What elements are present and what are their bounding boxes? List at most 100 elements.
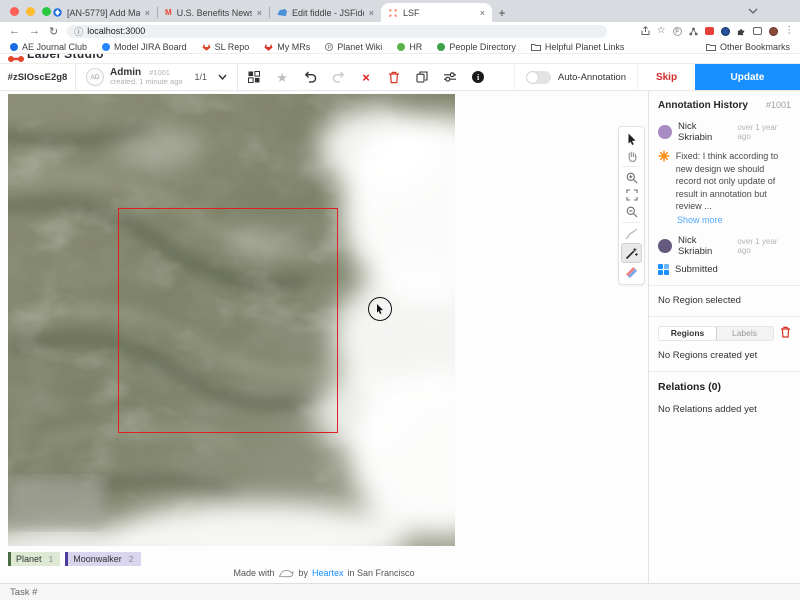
label-tag-moonwalker[interactable]: Moonwalker 2 <box>65 552 140 566</box>
label-studio-page: Label Studio #zSlOscE2g8 AD Admin #1001 … <box>0 54 800 583</box>
heartex-link[interactable]: Heartex <box>312 568 344 578</box>
history-entry[interactable]: Nick Skriabin over 1 year ago <box>658 121 791 143</box>
skip-button[interactable]: Skip <box>637 64 695 90</box>
other-bookmarks[interactable]: Other Bookmarks <box>706 42 790 52</box>
submitted-icon <box>658 264 669 275</box>
browser-menu-icon[interactable]: ⋮ <box>785 26 795 36</box>
bookmark-label: Planet Wiki <box>337 42 382 52</box>
relations-title: Relations (0) <box>658 381 791 393</box>
view-all-annotations-button[interactable] <box>247 70 261 84</box>
tab-search-chevron-icon[interactable] <box>748 8 758 14</box>
bookmark-icon <box>437 43 445 51</box>
copy-annotation-button[interactable] <box>415 70 429 84</box>
close-window-button[interactable] <box>10 7 19 16</box>
label-studio-icon <box>388 8 398 18</box>
tab-jira-magic-wand[interactable]: [AN-5779] Add Magic Wand fu × <box>46 3 157 22</box>
ground-truth-star-button[interactable]: ★ <box>275 70 289 84</box>
info-button[interactable]: i <box>471 70 485 84</box>
label-studio-logo-icon <box>8 55 24 63</box>
extension-tree-icon[interactable] <box>689 27 698 36</box>
settings-sliders-button[interactable] <box>443 70 457 84</box>
show-more-link[interactable]: Show more <box>677 215 791 225</box>
sidebar-panel-icon[interactable] <box>753 27 762 35</box>
reload-icon[interactable]: ↻ <box>49 25 58 38</box>
pointer-icon <box>376 304 384 314</box>
extension-blue-icon[interactable] <box>721 27 730 36</box>
annotation-pager: 1/1 <box>195 72 208 82</box>
forward-icon[interactable]: → <box>29 25 40 37</box>
fit-to-screen-tool[interactable] <box>621 186 642 203</box>
close-tab-icon[interactable]: × <box>257 8 262 18</box>
extension-red-icon[interactable] <box>705 27 714 35</box>
reset-button[interactable]: × <box>359 70 373 84</box>
address-bar[interactable]: ⓘ localhost:3000 <box>67 25 607 38</box>
chevron-down-icon[interactable] <box>218 74 227 80</box>
created-time: created, 1 minute ago <box>110 78 183 87</box>
select-tool[interactable] <box>621 130 642 147</box>
delete-annotation-button[interactable] <box>387 70 401 84</box>
gmail-icon: M <box>165 8 172 17</box>
auto-annotation-group: Auto-Annotation <box>514 64 637 90</box>
footer-text: by <box>298 568 308 578</box>
main-area: Planet 1 Moonwalker 2 Made with by Heart… <box>0 91 800 583</box>
profile-avatar[interactable] <box>769 27 778 36</box>
bookmark-planet-wiki[interactable]: pPlanet Wiki <box>325 42 382 52</box>
bookmark-my-mrs[interactable]: My MRs <box>264 42 310 52</box>
image-canvas[interactable] <box>8 94 455 546</box>
undo-button[interactable] <box>303 70 317 84</box>
bookmark-icon <box>102 43 110 51</box>
zoom-in-tool[interactable] <box>621 169 642 186</box>
close-tab-icon[interactable]: × <box>480 8 485 18</box>
bookmark-label: SL Repo <box>215 42 250 52</box>
update-button[interactable]: Update <box>695 64 800 90</box>
bookmark-star-icon[interactable]: ☆ <box>657 26 666 36</box>
bookmark-model-jira-board[interactable]: Model JIRA Board <box>102 42 187 52</box>
no-region-selected-text: No Region selected <box>658 295 791 306</box>
browser-window: [AN-5779] Add Magic Wand fu × M U.S. Ben… <box>0 0 800 600</box>
new-tab-button[interactable]: + <box>492 3 512 22</box>
tab-regions[interactable]: Regions <box>658 326 717 341</box>
avatar <box>658 125 672 139</box>
bookmark-helpful-planet-links[interactable]: Helpful Planet Links <box>531 42 625 52</box>
toolbar-actions: ★ × i <box>238 64 494 90</box>
share-icon[interactable] <box>641 26 650 36</box>
close-tab-icon[interactable]: × <box>369 8 374 18</box>
annotation-selector[interactable]: AD Admin #1001 created, 1 minute ago 1/1 <box>76 64 238 90</box>
logo-strip: Label Studio <box>0 54 800 63</box>
history-entry[interactable]: Nick Skriabin over 1 year ago <box>658 235 791 257</box>
delete-regions-button[interactable] <box>780 326 791 341</box>
bookmark-label: Other Bookmarks <box>720 42 790 52</box>
rectangle-region[interactable] <box>118 208 338 433</box>
tab-labels[interactable]: Labels <box>716 327 773 340</box>
tab-gmail-benefits[interactable]: M U.S. Benefits News - Open Enr × <box>158 3 269 22</box>
minimize-window-button[interactable] <box>26 7 35 16</box>
bookmark-ae-journal-club[interactable]: AE Journal Club <box>10 42 87 52</box>
auto-annotation-toggle[interactable] <box>526 71 551 84</box>
magic-wand-tool[interactable] <box>621 243 642 263</box>
gitlab-icon <box>202 43 211 51</box>
tab-jsfiddle[interactable]: Edit fiddle - JSFiddle - Code P × <box>270 3 381 22</box>
site-info-icon[interactable]: ⓘ <box>74 25 83 38</box>
redo-button[interactable] <box>331 70 345 84</box>
extensions-puzzle-icon[interactable] <box>737 27 746 36</box>
eraser-tool[interactable] <box>621 264 642 281</box>
submitted-label: Submitted <box>675 264 718 275</box>
zoom-out-tool[interactable] <box>621 203 642 220</box>
made-with-footer: Made with by Heartex in San Francisco <box>0 568 648 578</box>
bookmark-label: Model JIRA Board <box>114 42 187 52</box>
bookmark-people-directory[interactable]: People Directory <box>437 42 516 52</box>
close-tab-icon[interactable]: × <box>145 8 150 18</box>
tag-hotkey: 1 <box>49 554 54 564</box>
extension-p-icon[interactable]: p <box>673 27 682 36</box>
brush-tool[interactable] <box>621 225 642 242</box>
back-icon[interactable]: ← <box>9 25 20 37</box>
bookmark-label: Helpful Planet Links <box>545 42 625 52</box>
history-time: over 1 year ago <box>737 237 791 255</box>
label-tag-planet[interactable]: Planet 1 <box>8 552 60 566</box>
bookmark-sl-repo[interactable]: SL Repo <box>202 42 250 52</box>
magic-wand-cursor <box>368 297 392 321</box>
pan-tool[interactable] <box>621 147 642 164</box>
tab-lsf-active[interactable]: LSF × <box>381 3 492 22</box>
tab-label: U.S. Benefits News - Open Enr <box>177 8 252 18</box>
bookmark-hr[interactable]: HR <box>397 42 422 52</box>
